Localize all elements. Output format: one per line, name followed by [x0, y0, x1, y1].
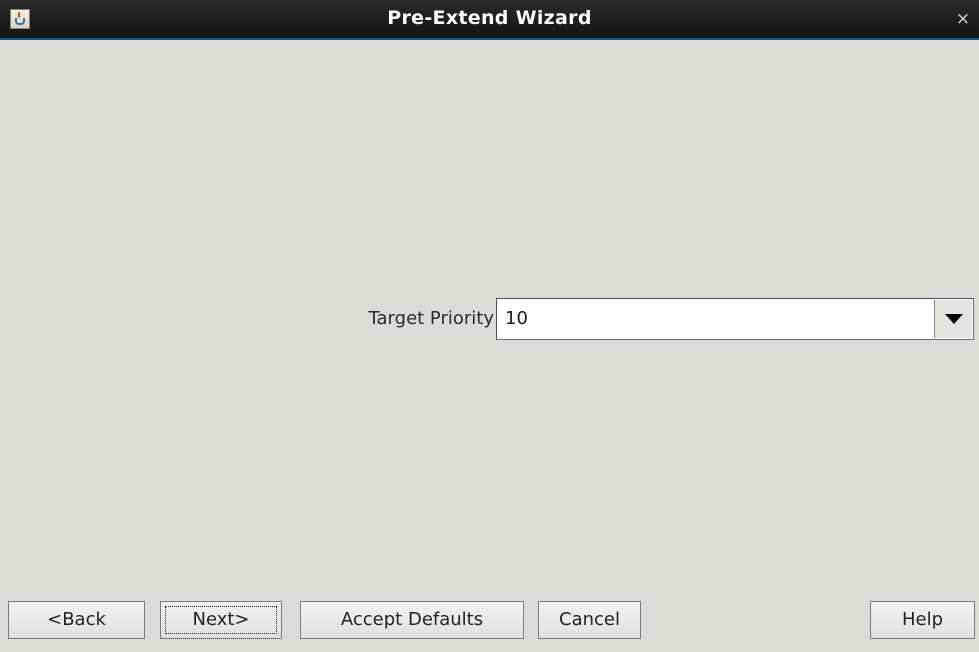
help-button[interactable]: Help	[870, 601, 975, 639]
dropdown-arrow-button[interactable]	[934, 300, 972, 338]
wizard-window: Pre-Extend Wizard × Target Priority 10 <…	[0, 0, 979, 652]
target-priority-combobox[interactable]: 10	[496, 298, 974, 340]
close-icon[interactable]: ×	[953, 8, 973, 30]
target-priority-label: Target Priority	[368, 308, 494, 329]
target-priority-value[interactable]: 10	[505, 299, 528, 339]
cancel-button[interactable]: Cancel	[538, 601, 641, 639]
title-bar[interactable]: Pre-Extend Wizard ×	[0, 0, 979, 40]
focus-ring	[165, 606, 277, 634]
back-button[interactable]: <Back	[8, 601, 145, 639]
accept-defaults-button[interactable]: Accept Defaults	[300, 601, 524, 639]
chevron-down-icon	[945, 314, 963, 324]
window-title: Pre-Extend Wizard	[387, 7, 592, 29]
next-button[interactable]: Next>	[160, 601, 282, 639]
target-priority-row: Target Priority 10	[0, 298, 979, 340]
